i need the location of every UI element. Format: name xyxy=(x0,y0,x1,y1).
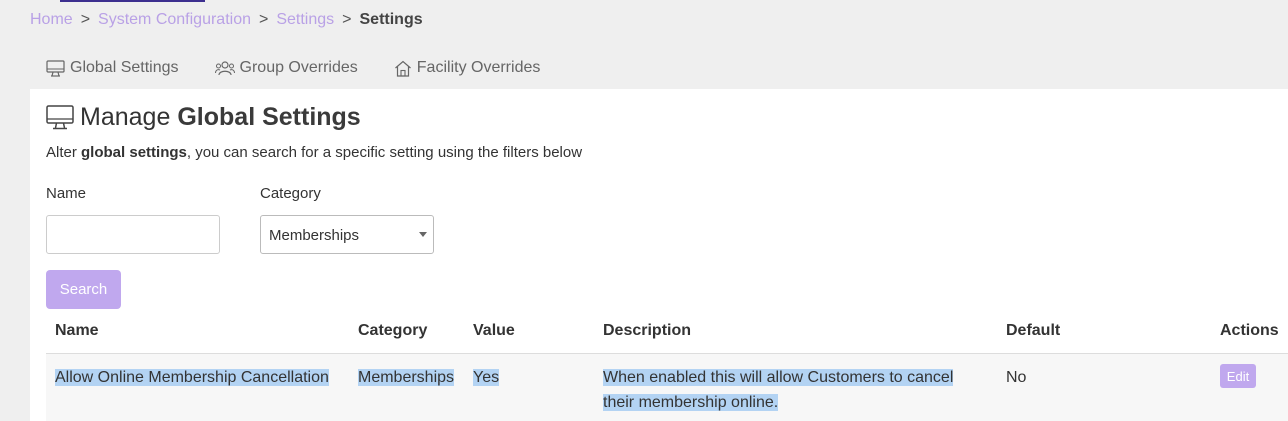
column-header-actions: Actions xyxy=(1220,322,1279,339)
column-header-default[interactable]: Default xyxy=(1006,322,1060,340)
breadcrumb-home[interactable]: Home xyxy=(30,11,73,29)
tab-facility-overrides[interactable]: Facility Overrides xyxy=(394,59,541,77)
page-title-prefix: Manage xyxy=(80,103,171,131)
page-title-strong: Global Settings xyxy=(177,103,361,131)
chevron-down-icon xyxy=(419,232,427,237)
cell-name-text: Allow Online Membership Cancellation xyxy=(55,369,329,386)
cell-description: When enabled this will allow Customers t… xyxy=(603,365,954,415)
tab-group-overrides[interactable]: Group Overrides xyxy=(214,59,358,77)
breadcrumb-separator: > xyxy=(259,11,269,28)
breadcrumb-current: Settings xyxy=(359,11,423,28)
page-subtitle: Alter global settings, you can search fo… xyxy=(46,144,582,161)
page-title: Manage Global Settings xyxy=(46,103,361,132)
breadcrumb-separator: > xyxy=(80,11,91,28)
search-button[interactable]: Search xyxy=(46,270,121,309)
name-filter-label: Name xyxy=(46,185,87,202)
monitor-icon xyxy=(46,59,65,77)
tab-label: Group Overrides xyxy=(239,59,358,76)
settings-panel: Manage Global Settings Alter global sett… xyxy=(30,89,1288,421)
breadcrumb: Home > System Configuration > Settings >… xyxy=(30,11,423,29)
subtitle-suffix: , you can search for a specific setting … xyxy=(186,144,583,161)
users-icon xyxy=(214,60,235,75)
cell-default: No xyxy=(1006,369,1027,386)
tab-label: Global Settings xyxy=(70,59,179,76)
tab-label: Facility Overrides xyxy=(416,59,541,76)
cell-category: Memberships xyxy=(358,365,455,390)
name-filter-input[interactable] xyxy=(46,215,220,254)
column-header-category[interactable]: Category xyxy=(358,322,427,340)
breadcrumb-system-configuration[interactable]: System Configuration xyxy=(98,11,251,29)
subtitle-prefix: Alter xyxy=(46,144,77,161)
category-filter-label: Category xyxy=(260,185,321,202)
breadcrumb-settings[interactable]: Settings xyxy=(276,11,334,29)
cell-description-line1: When enabled this will allow Customers t… xyxy=(603,369,954,386)
top-accent-bar xyxy=(60,0,205,2)
breadcrumb-separator: > xyxy=(342,11,352,28)
tab-global-settings[interactable]: Global Settings xyxy=(46,59,179,77)
cell-value: Yes xyxy=(473,365,500,390)
edit-button[interactable]: Edit xyxy=(1220,364,1256,388)
cell-description-line2: their membership online. xyxy=(603,394,779,411)
home-icon xyxy=(394,60,411,77)
cell-name: Allow Online Membership Cancellation xyxy=(55,365,329,390)
column-header-name[interactable]: Name xyxy=(55,322,99,340)
cell-category-text: Memberships xyxy=(358,369,455,386)
column-header-description[interactable]: Description xyxy=(603,322,691,340)
subtitle-strong: global settings xyxy=(81,144,187,161)
monitor-icon xyxy=(46,105,74,130)
column-header-value[interactable]: Value xyxy=(473,322,515,340)
category-selected-value: Memberships xyxy=(269,227,360,244)
settings-tabs: Global Settings Group Overrides Facility… xyxy=(46,59,576,77)
category-filter-select[interactable]: Memberships xyxy=(260,215,434,254)
cell-value-text: Yes xyxy=(473,369,500,386)
